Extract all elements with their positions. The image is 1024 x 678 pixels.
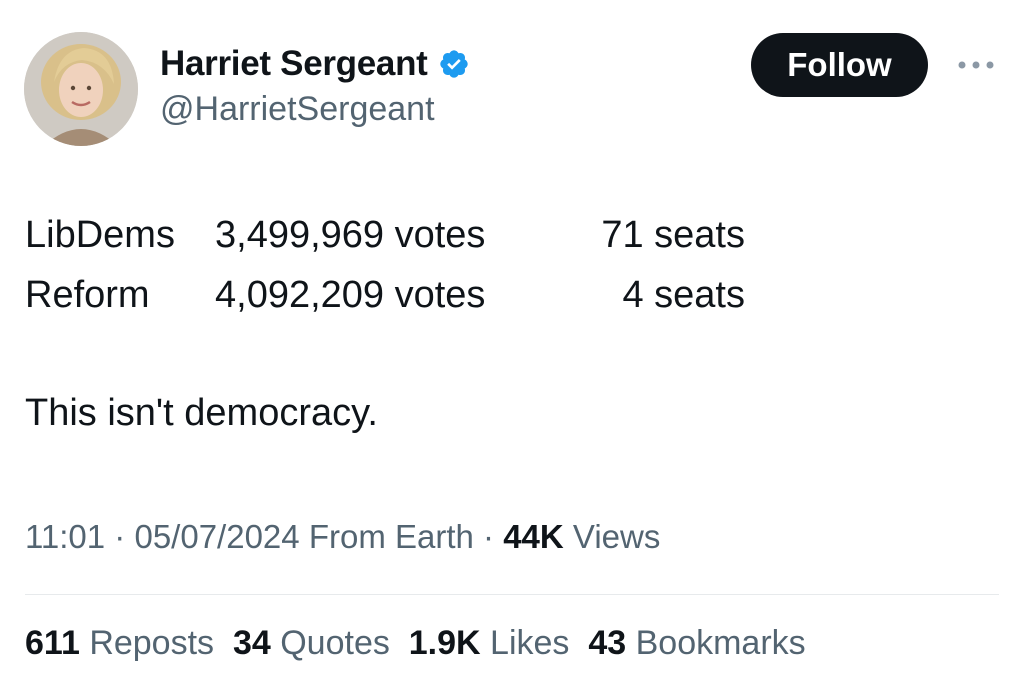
- bookmarks-label: Bookmarks: [635, 624, 806, 662]
- author-display-name[interactable]: Harriet Sergeant: [160, 44, 428, 84]
- bookmarks-count: 43: [588, 624, 627, 662]
- tweet-time[interactable]: 11:01: [25, 518, 105, 555]
- tweet-source: From Earth: [308, 518, 474, 555]
- author-name-row: Harriet Sergeant: [160, 42, 470, 86]
- quotes-count: 34: [232, 624, 271, 662]
- more-horizontal-icon[interactable]: [956, 58, 996, 72]
- verified-badge-icon: [439, 50, 468, 78]
- likes-label: Likes: [490, 624, 570, 662]
- reposts-count: 611: [25, 624, 80, 662]
- reposts-label: Reposts: [89, 624, 215, 662]
- views-label: Views: [572, 518, 661, 555]
- party-name: Reform: [25, 274, 150, 316]
- bookmarks-stat[interactable]: 43 Bookmarks: [588, 624, 805, 662]
- follow-button[interactable]: Follow: [751, 33, 928, 97]
- author-handle[interactable]: @HarrietSergeant: [160, 90, 435, 129]
- quotes-stat[interactable]: 34 Quotes: [233, 624, 390, 662]
- engagement-stats: 611 Reposts 34 Quotes 1.9K Likes 43 Book…: [25, 624, 806, 663]
- avatar[interactable]: [24, 32, 138, 146]
- tweet-closing-line: This isn't democracy.: [25, 392, 378, 434]
- likes-count: 1.9K: [408, 624, 481, 662]
- tweet-date[interactable]: 05/07/2024: [134, 518, 299, 555]
- tweet-meta: 11:01 · 05/07/2024 From Earth · 44K View…: [25, 518, 661, 555]
- party-name: LibDems: [25, 214, 175, 256]
- quotes-label: Quotes: [280, 624, 390, 662]
- reposts-stat[interactable]: 611 Reposts: [25, 624, 214, 662]
- party-votes: 4,092,209 votes: [215, 274, 486, 316]
- likes-stat[interactable]: 1.9K Likes: [409, 624, 570, 662]
- views-count: 44K: [503, 518, 564, 555]
- party-seats: 71 seats: [601, 214, 745, 256]
- party-seats: 4 seats: [622, 274, 745, 316]
- party-votes: 3,499,969 votes: [215, 214, 486, 256]
- divider: [25, 594, 999, 595]
